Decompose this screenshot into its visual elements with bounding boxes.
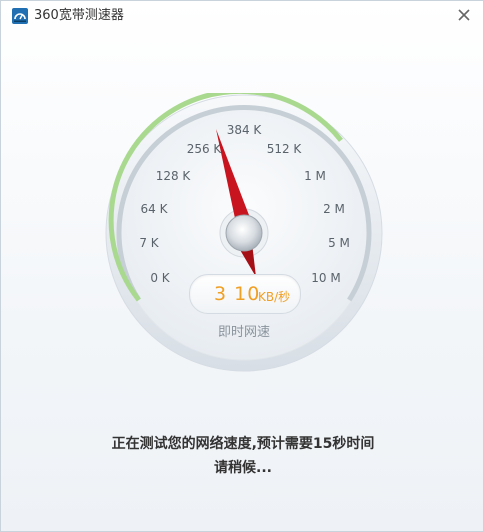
window-title: 360宽带测速器 <box>34 8 124 23</box>
title-bar[interactable]: 360宽带测速器 <box>1 1 483 31</box>
needle-hub <box>225 214 263 252</box>
scale-label: 0 K <box>150 271 170 285</box>
scale-label: 128 K <box>156 169 192 183</box>
scale-label: 1 M <box>304 169 326 183</box>
gauge-caption: 即时网速 <box>217 325 270 340</box>
scale-label: 64 K <box>141 202 169 216</box>
scale-label: 7 K <box>139 236 159 250</box>
app-window: 360宽带测速器 0 K7 K 64 K 128 K 256 K384 K 51… <box>0 0 484 532</box>
scale-label: 384 K <box>227 123 263 137</box>
close-icon[interactable] <box>455 6 473 24</box>
scale-label: 2 M <box>323 202 345 216</box>
speed-unit: KB/秒 <box>258 290 291 304</box>
scale-label: 256 K <box>187 142 223 156</box>
scale-label: 512 K <box>267 142 303 156</box>
status-message: 正在测试您的网络速度,预计需要15秒时间 请稍候... <box>1 432 484 480</box>
status-line-1: 正在测试您的网络速度,预计需要15秒时间 <box>111 436 375 452</box>
status-line-2: 请稍候... <box>214 460 272 476</box>
scale-label: 10 M <box>311 271 340 285</box>
speed-readout: 3 10 KB/秒 <box>189 274 301 314</box>
speed-value: 3 10 <box>214 283 261 305</box>
speedometer-icon <box>12 8 28 24</box>
scale-label: 5 M <box>328 236 350 250</box>
